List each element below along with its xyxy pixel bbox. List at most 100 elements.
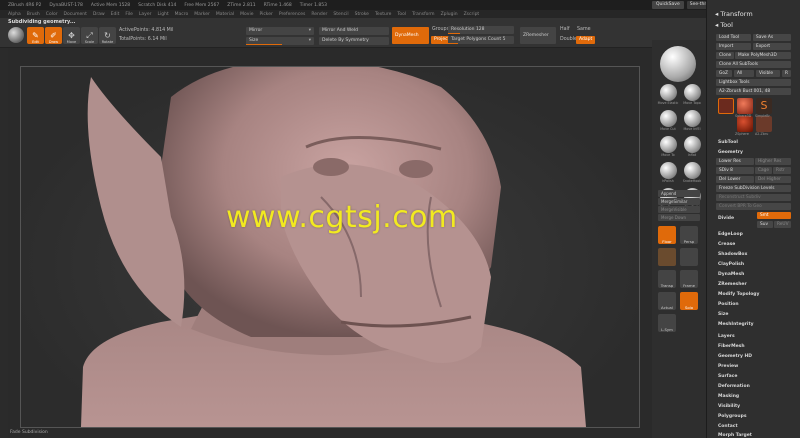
quicksave-button[interactable]: QuickSave — [651, 1, 684, 9]
adapt-button[interactable]: Adapt — [576, 36, 596, 44]
layers-group[interactable]: Layers — [718, 334, 735, 339]
export-button[interactable]: Export — [753, 43, 791, 50]
menu-file[interactable]: File — [125, 12, 133, 17]
current-tool-slider[interactable]: A2-Zbrush Bust 001, 48 — [716, 88, 791, 95]
tool-thumb-simplebrush[interactable]: S — [756, 98, 772, 114]
groups-label[interactable]: Groups — [432, 27, 449, 32]
brush-move-topo[interactable]: Move Topo — [680, 84, 704, 105]
freeze-subdivision-button[interactable]: Freeze SubDivision Levels — [716, 185, 791, 192]
goz-button[interactable]: GoZ — [716, 70, 732, 77]
preview-group[interactable]: Preview — [718, 364, 738, 369]
actual-button[interactable]: Actual — [658, 292, 676, 310]
crease-section[interactable]: Crease — [718, 242, 735, 247]
append-button[interactable]: Append — [658, 190, 700, 197]
rstr-button[interactable]: Rstr — [773, 167, 791, 174]
subtool-section[interactable]: SubTool — [718, 140, 738, 145]
tool-thumb-bust[interactable] — [756, 116, 772, 132]
dynamesh-section[interactable]: DynaMesh — [718, 272, 744, 277]
geometry-hd-group[interactable]: Geometry HD — [718, 354, 752, 359]
menu-texture[interactable]: Texture — [375, 12, 391, 17]
visibility-group[interactable]: Visibility — [718, 404, 740, 409]
scale-button[interactable]: ⤢ Scale — [81, 27, 98, 44]
r-button[interactable]: R — [782, 70, 791, 77]
same-button[interactable]: Same — [577, 27, 591, 32]
menu-zscript[interactable]: Zscript — [464, 12, 480, 17]
smt-toggle[interactable]: Smt — [757, 212, 791, 219]
lightbox-tools-button[interactable]: Lightbox Tools — [716, 79, 791, 86]
load-tool-button[interactable]: Load Tool — [716, 34, 751, 41]
menu-tool[interactable]: Tool — [397, 12, 406, 17]
menu-macro[interactable]: Macro — [175, 12, 189, 17]
menu-stroke[interactable]: Stroke — [355, 12, 369, 17]
menu-transform[interactable]: Transform — [412, 12, 434, 17]
cage-button[interactable]: Cage — [755, 167, 772, 174]
menu-document[interactable]: Document — [64, 12, 87, 17]
transp-button[interactable]: Transp — [658, 270, 676, 288]
dynamesh-button[interactable]: DynaMesh — [392, 27, 429, 44]
position-section[interactable]: Position — [718, 302, 739, 307]
menu-alpha[interactable]: Alpha — [8, 12, 21, 17]
brush-hpolish[interactable]: hPolish — [656, 162, 680, 183]
convert-bpr-button[interactable]: Convert BPR To Geo — [716, 203, 791, 210]
menu-material[interactable]: Material — [216, 12, 234, 17]
fibermesh-group[interactable]: FiberMesh — [718, 344, 745, 349]
import-button[interactable]: Import — [716, 43, 751, 50]
transform-title[interactable]: ◂ Transform — [715, 10, 753, 18]
camera-icon[interactable] — [680, 248, 698, 266]
brush-inflat[interactable]: Inflat — [680, 136, 704, 157]
contact-group[interactable]: Contact — [718, 424, 738, 429]
size-field[interactable]: Size ▾ — [246, 37, 314, 45]
draw-button[interactable]: ✐ Draw — [45, 27, 62, 44]
material-sphere-icon[interactable] — [660, 46, 696, 82]
claypolish-section[interactable]: ClayPolish — [718, 262, 744, 267]
menu-draw[interactable]: Draw — [93, 12, 105, 17]
persp-button[interactable]: Persp — [680, 226, 698, 244]
polygroups-group[interactable]: Polygroups — [718, 414, 747, 419]
edgeloop-section[interactable]: EdgeLoop — [718, 232, 743, 237]
floor-button[interactable]: Floor — [658, 226, 676, 244]
resolution-slider[interactable]: Resolution 128 — [448, 26, 514, 34]
menu-color[interactable]: Color — [46, 12, 58, 17]
merge-similar-button[interactable]: MergeSimilar — [658, 198, 700, 205]
tool-thumb-current[interactable] — [718, 98, 734, 114]
save-as-button[interactable]: Save As — [753, 34, 791, 41]
menu-render[interactable]: Render — [311, 12, 327, 17]
rotate-button[interactable]: ↻ Rotate — [99, 27, 116, 44]
tool-thumb-sphere[interactable] — [737, 98, 753, 114]
morph-target-group[interactable]: Morph Target — [718, 433, 752, 438]
brush-move-infel[interactable]: Move InfEl — [680, 110, 704, 131]
tool-title[interactable]: ◂ Tool — [715, 21, 733, 29]
deformation-group[interactable]: Deformation — [718, 384, 750, 389]
del-higher-button[interactable]: Del Higher — [755, 176, 791, 183]
size-section[interactable]: Size — [718, 312, 728, 317]
brush-snakehook[interactable]: SnakeHook — [680, 162, 704, 183]
brush-move-to[interactable]: Move To — [656, 136, 680, 157]
tool-thumb-zsphere[interactable] — [737, 116, 753, 132]
zremesher-section[interactable]: ZRemesher — [718, 282, 747, 287]
menu-zplugin[interactable]: Zplugin — [441, 12, 458, 17]
move-button[interactable]: ✥ Move — [63, 27, 80, 44]
edit-button[interactable]: ✎ Edit — [27, 27, 44, 44]
meshintegrity-section[interactable]: MeshIntegrity — [718, 322, 754, 327]
del-lower-button[interactable]: Del Lower — [716, 176, 754, 183]
reuv-toggle[interactable]: ReUV — [774, 221, 791, 228]
projection-master-icon[interactable] — [8, 27, 24, 43]
zremesher-button[interactable]: ZRemesher — [520, 27, 556, 44]
divide-button[interactable]: Divide — [718, 216, 734, 221]
half-button[interactable]: Half — [560, 27, 570, 32]
menu-light[interactable]: Light — [157, 12, 168, 17]
reconstruct-subdiv-button[interactable]: Reconstruct Subdiv — [716, 194, 791, 201]
mirror-field[interactable]: Mirror ▾ — [246, 27, 314, 35]
brush-move-elastic[interactable]: Move Elastic — [656, 84, 680, 105]
material-swatch-icon[interactable] — [658, 248, 676, 266]
menu-preferences[interactable]: Preferences — [279, 12, 305, 17]
canvas-viewport[interactable]: www.cgtsj.com — [20, 66, 640, 428]
shadowbox-section[interactable]: ShadowBox — [718, 252, 747, 257]
menu-movie[interactable]: Movie — [240, 12, 253, 17]
lower-res-button[interactable]: Lower Res — [716, 158, 754, 165]
masking-group[interactable]: Masking — [718, 394, 739, 399]
double-button[interactable]: Double — [560, 37, 577, 42]
target-polygons-slider[interactable]: Target Polygons Count 5 — [448, 36, 514, 44]
all-button[interactable]: All — [734, 70, 754, 77]
suv-toggle[interactable]: Suv — [757, 221, 773, 228]
